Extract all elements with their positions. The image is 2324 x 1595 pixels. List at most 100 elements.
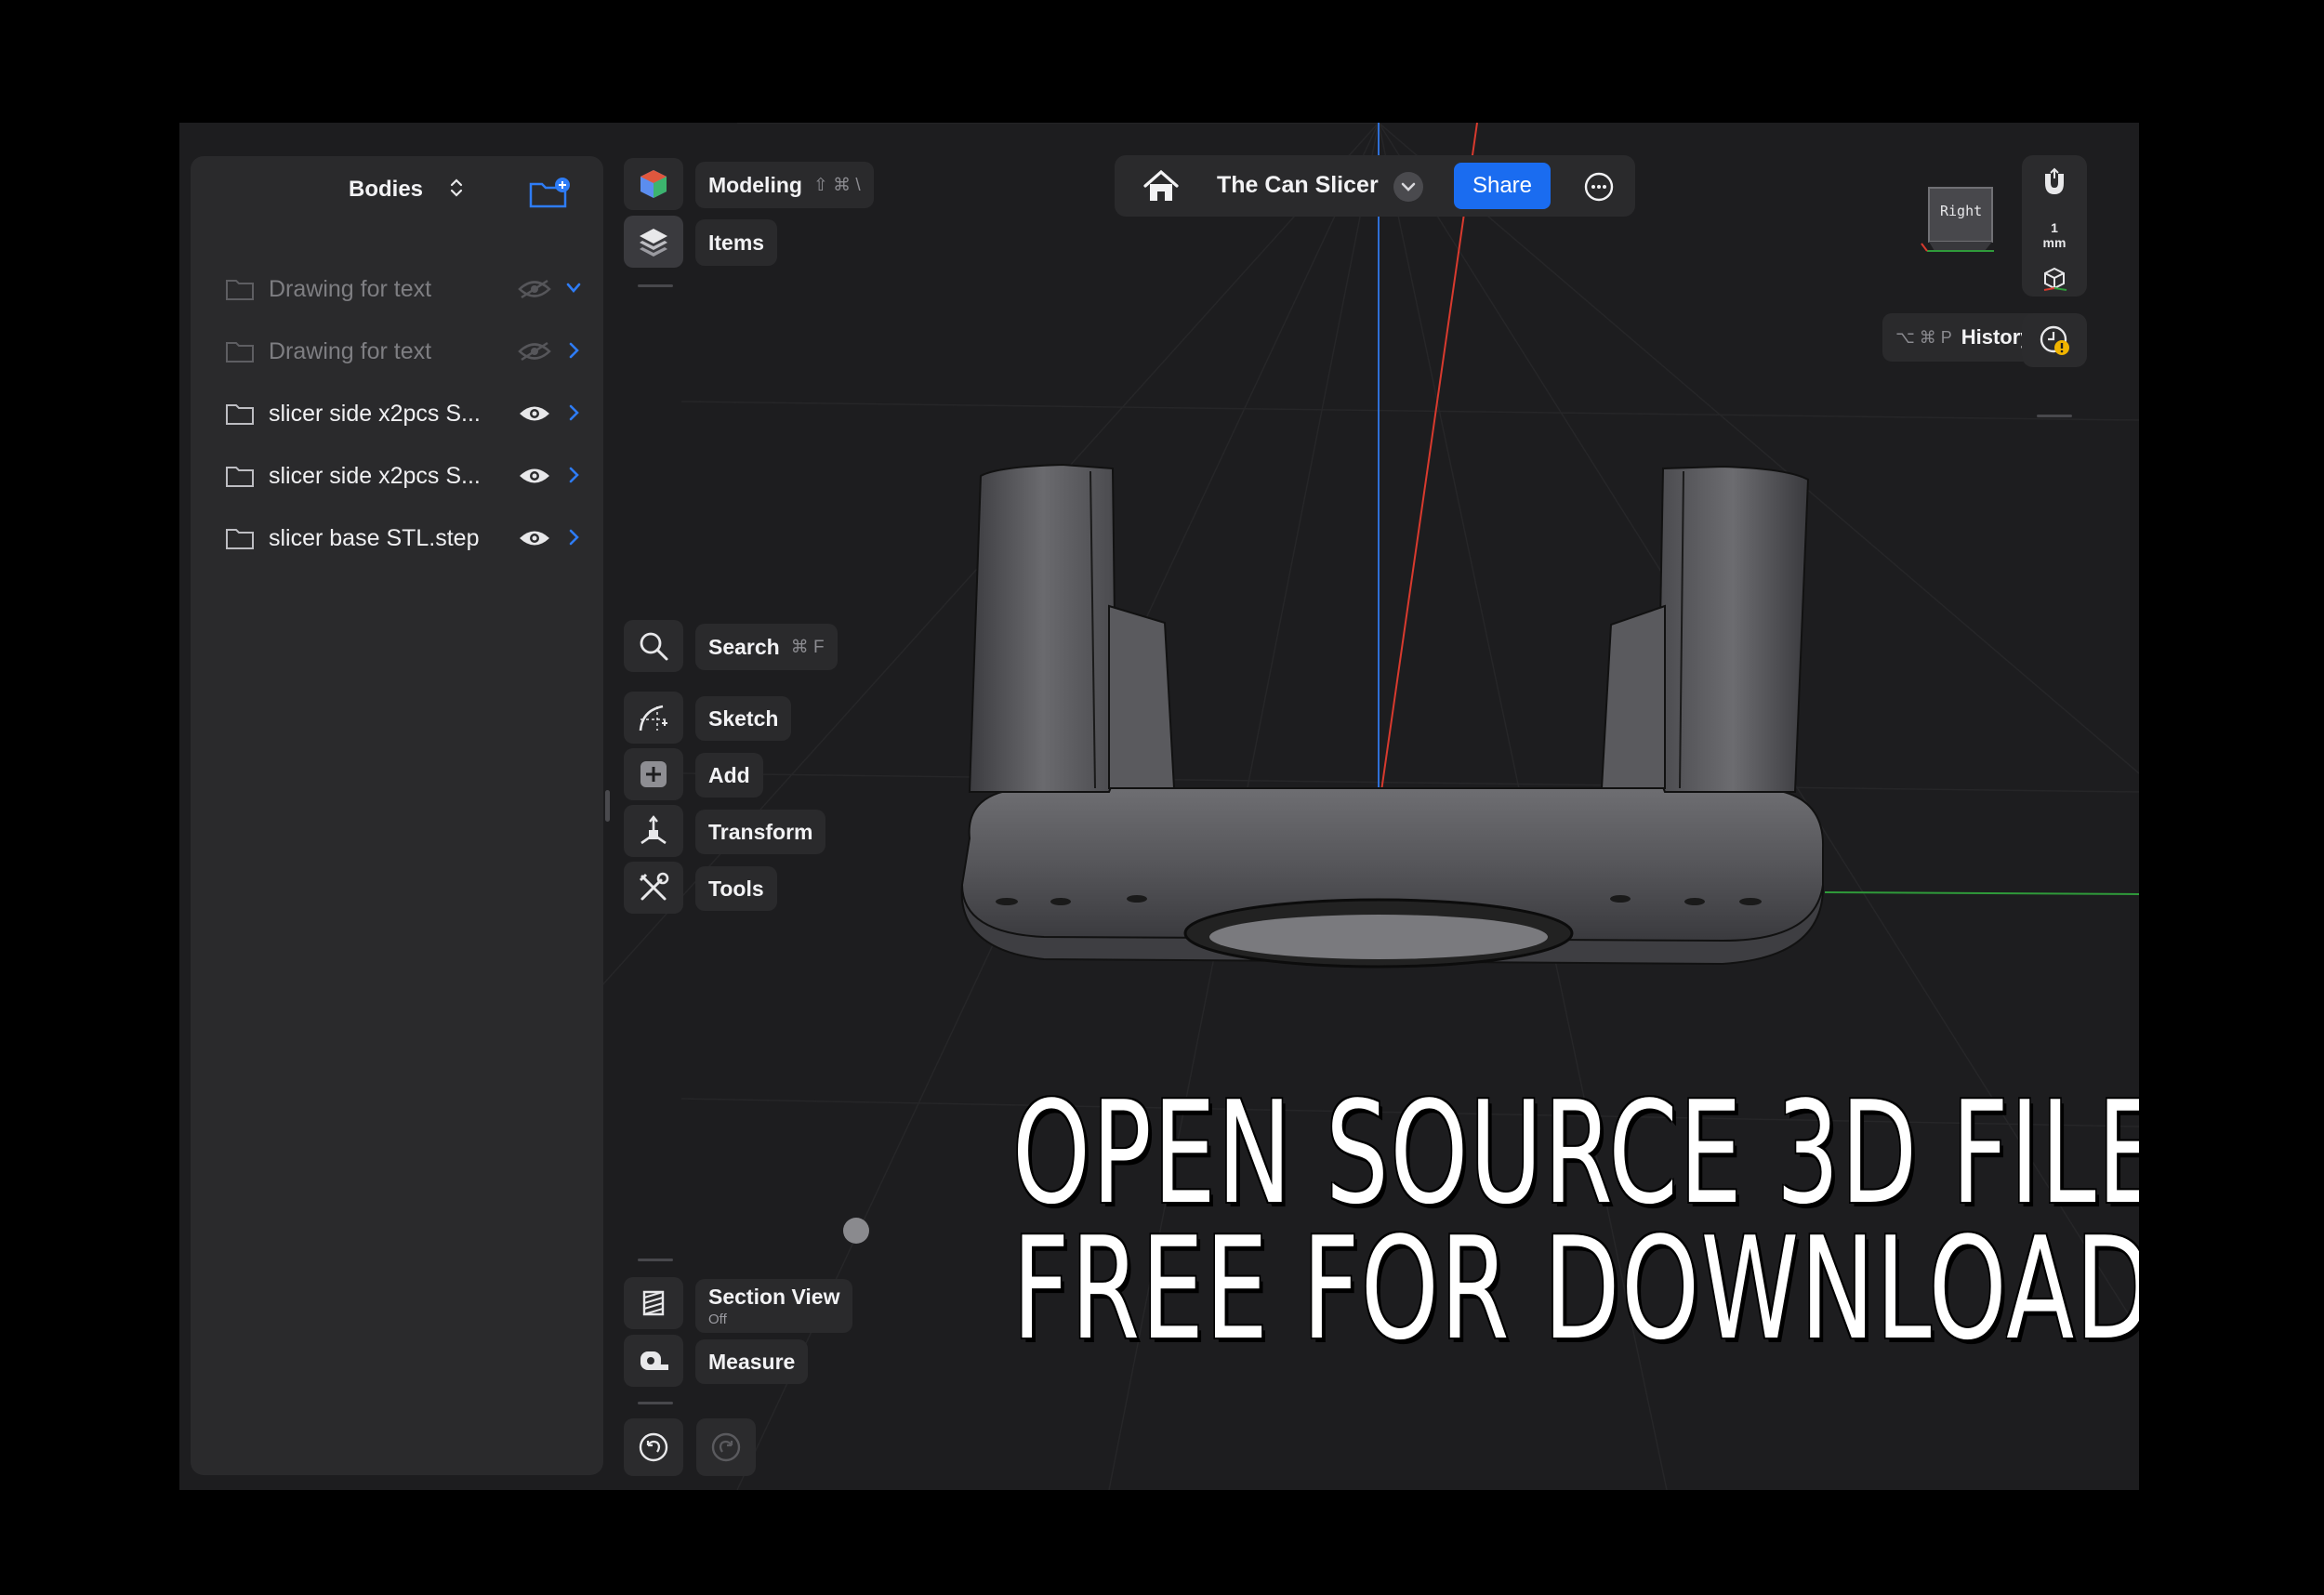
body-label: Drawing for text	[269, 338, 432, 364]
transform-text: Transform	[708, 819, 813, 844]
view-cube[interactable]: Right	[1920, 177, 2005, 258]
items-text: Items	[708, 230, 765, 255]
eye-hidden-icon[interactable]	[518, 341, 551, 362]
search-text: Search	[708, 634, 780, 659]
transform-label[interactable]: Transform	[695, 810, 826, 854]
chevron-up-down-icon[interactable]	[448, 176, 465, 200]
chevron-right-icon[interactable]	[564, 464, 583, 486]
undo-button[interactable]	[624, 1418, 683, 1476]
add-label[interactable]: Add	[695, 753, 763, 798]
eye-icon[interactable]	[518, 403, 551, 424]
bodies-sidebar: Bodies Drawing for text Drawing for text	[191, 156, 603, 1475]
measure-button[interactable]	[624, 1335, 683, 1387]
sidebar-resize-handle[interactable]	[605, 790, 610, 822]
unit-name: mm	[2042, 235, 2067, 250]
body-label: slicer side x2pcs S...	[269, 401, 481, 427]
items-label[interactable]: Items	[695, 219, 778, 266]
redo-button[interactable]	[696, 1418, 756, 1476]
magnet-snap-icon[interactable]	[2039, 166, 2070, 198]
body-row[interactable]: slicer side x2pcs S...	[191, 447, 603, 503]
document-bar: The Can Slicer Share	[1115, 155, 1635, 217]
section-view-text: Section View	[708, 1285, 840, 1309]
chevron-down-icon[interactable]	[564, 277, 583, 299]
folder-icon	[226, 529, 254, 549]
search-label[interactable]: Search ⌘ F	[695, 624, 838, 670]
folder-icon	[226, 342, 254, 362]
document-menu-button[interactable]	[1393, 172, 1423, 202]
modeling-text: Modeling	[708, 172, 802, 197]
eye-icon[interactable]	[518, 466, 551, 486]
body-row[interactable]: Drawing for text	[191, 323, 603, 378]
modeling-shortcut: ⇧ ⌘ \	[812, 175, 861, 195]
chevron-down-icon	[1401, 182, 1416, 191]
body-label: slicer side x2pcs S...	[269, 463, 481, 489]
search-button[interactable]	[624, 620, 683, 672]
add-box-icon	[640, 761, 667, 787]
history-shortcut: ⌥ ⌘ P	[1895, 327, 1952, 347]
right-toolbar: 1 mm	[2022, 155, 2087, 297]
toolbar-divider	[2037, 415, 2072, 417]
measure-text: Measure	[708, 1349, 796, 1374]
body-row[interactable]: slicer base STL.step	[191, 509, 603, 565]
measure-label[interactable]: Measure	[695, 1339, 809, 1384]
new-folder-icon[interactable]	[528, 177, 571, 210]
more-options-icon[interactable]	[1584, 172, 1614, 202]
sketch-text: Sketch	[708, 705, 779, 731]
unit-indicator[interactable]: 1 mm	[2022, 220, 2087, 250]
eye-icon[interactable]	[518, 528, 551, 548]
chevron-right-icon[interactable]	[564, 339, 583, 362]
bodies-dropdown[interactable]: Bodies	[349, 177, 423, 203]
y-axis	[1824, 891, 2139, 895]
modeling-label[interactable]: Modeling ⇧ ⌘ \	[695, 162, 874, 208]
tools-text: Tools	[708, 876, 764, 901]
share-button[interactable]: Share	[1454, 163, 1551, 209]
toolbar-divider	[638, 284, 673, 287]
redo-icon	[711, 1432, 741, 1462]
folder-icon	[226, 280, 254, 300]
modeling-workspace-button[interactable]	[624, 158, 683, 210]
cube-icon	[640, 170, 667, 198]
tape-measure-icon	[640, 1351, 668, 1370]
sidebar-header: Bodies	[191, 156, 603, 221]
eye-hidden-icon[interactable]	[518, 279, 551, 299]
section-view-state: Off	[708, 1312, 727, 1327]
document-title[interactable]: The Can Slicer	[1217, 172, 1379, 199]
undo-icon	[639, 1432, 668, 1462]
transform-button[interactable]	[624, 805, 683, 857]
tools-icon	[639, 872, 669, 901]
history-clock-icon	[2040, 325, 2069, 355]
history-label[interactable]: ⌥ ⌘ P History	[1882, 313, 2045, 362]
body-label: slicer base STL.step	[269, 525, 480, 551]
body-row[interactable]: Drawing for text	[191, 260, 603, 316]
sketch-icon	[639, 705, 667, 732]
transform-icon	[640, 815, 667, 845]
section-view-icon	[642, 1290, 665, 1316]
body-row[interactable]: slicer side x2pcs S...	[191, 385, 603, 441]
viewport-indicator-dot	[843, 1218, 869, 1244]
view-cube-face-label: Right	[1940, 203, 1983, 219]
body-label: Drawing for text	[269, 276, 432, 302]
section-view-button[interactable]	[624, 1277, 683, 1329]
tools-button[interactable]	[624, 862, 683, 914]
chevron-right-icon[interactable]	[564, 402, 583, 424]
toolbar-divider	[638, 1402, 673, 1404]
sketch-label[interactable]: Sketch	[695, 696, 792, 741]
folder-icon	[226, 404, 254, 425]
chevron-right-icon[interactable]	[564, 526, 583, 548]
section-view-label[interactable]: Section View Off	[695, 1279, 853, 1333]
history-button[interactable]	[2022, 313, 2087, 367]
home-icon[interactable]	[1142, 168, 1180, 204]
unit-value: 1	[2051, 220, 2058, 235]
add-button[interactable]	[624, 748, 683, 800]
toolbar-divider	[638, 1259, 673, 1261]
sketch-button[interactable]	[624, 692, 683, 744]
folder-icon	[226, 467, 254, 487]
x-axis	[1378, 123, 1478, 811]
search-shortcut: ⌘ F	[790, 637, 825, 657]
layers-icon	[640, 229, 667, 257]
tools-label[interactable]: Tools	[695, 866, 777, 911]
add-text: Add	[708, 762, 750, 787]
search-icon	[640, 632, 668, 661]
axes-cube-icon[interactable]	[2040, 265, 2068, 291]
items-button[interactable]	[624, 216, 683, 268]
